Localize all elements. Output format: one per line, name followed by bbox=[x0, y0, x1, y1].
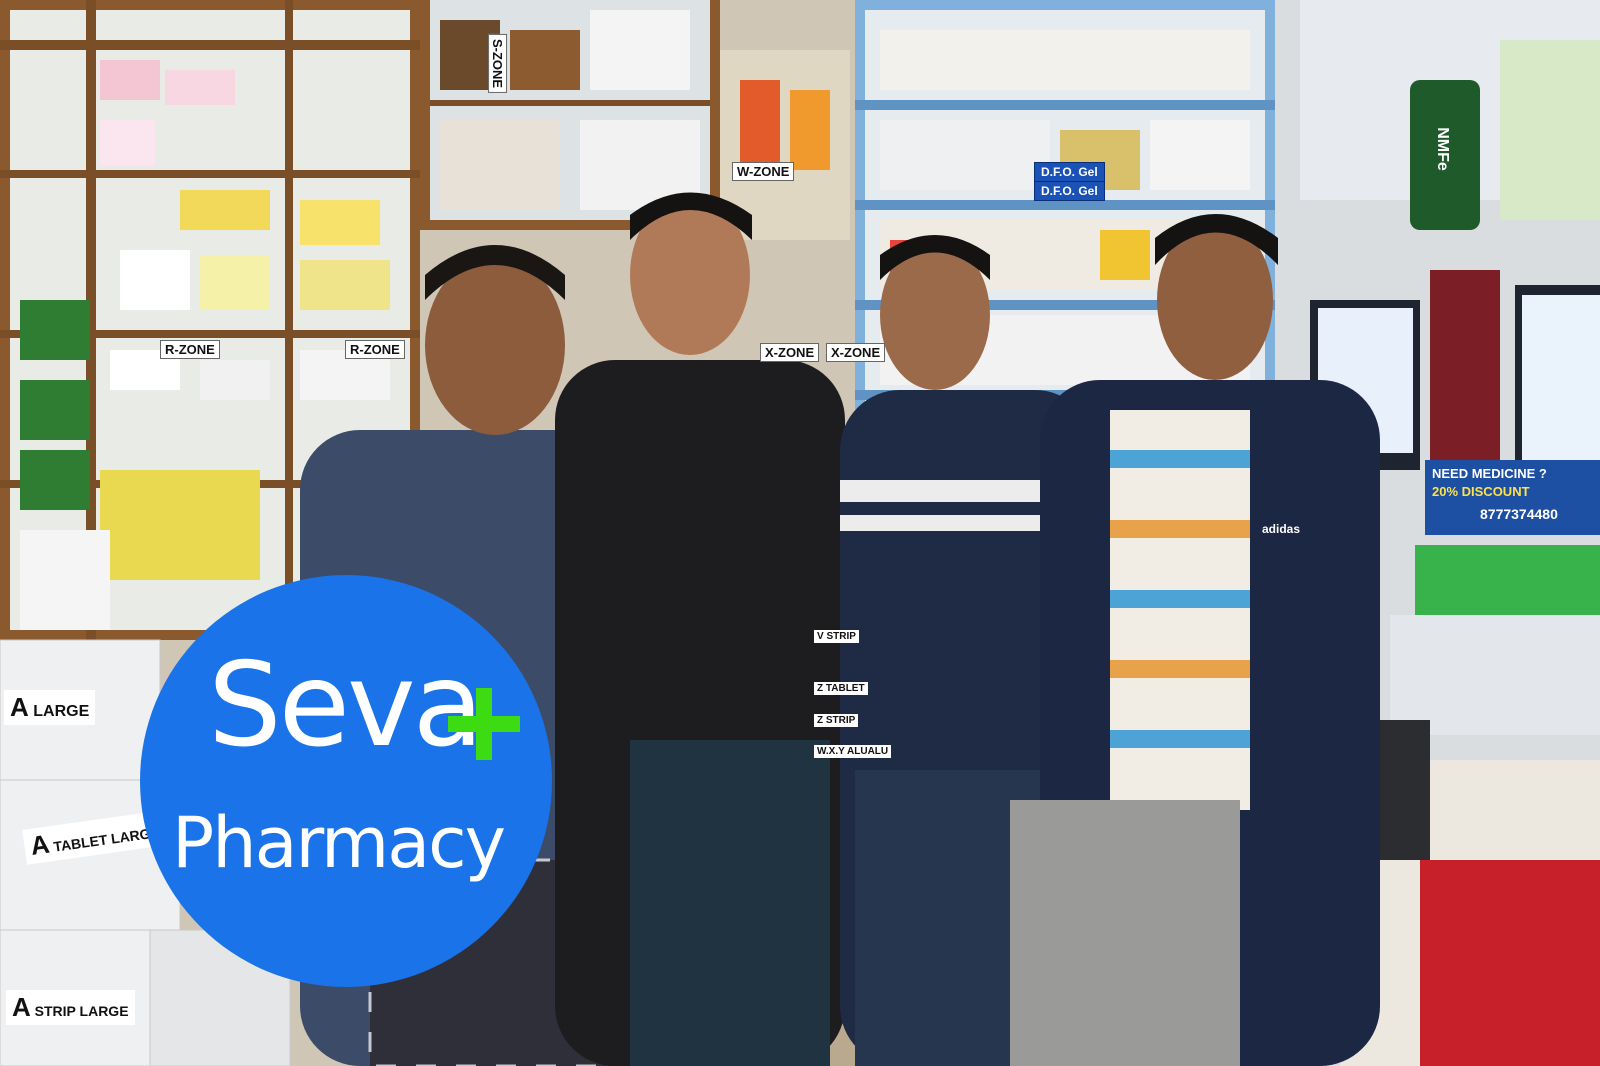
logo-title-seva: Seva bbox=[208, 638, 484, 773]
bin-label-z-tablet: Z TABLET bbox=[814, 682, 868, 695]
bin-letter: Z bbox=[817, 715, 824, 726]
medical-plus-icon bbox=[448, 688, 520, 760]
product-label-nmfe: NMFe bbox=[1433, 127, 1451, 171]
bin-text: ALUALU bbox=[847, 746, 889, 757]
bin-letter: Z bbox=[817, 683, 824, 694]
bin-letter: A bbox=[12, 992, 31, 1022]
product-label-dfo-gel-1: D.F.O. Gel bbox=[1034, 162, 1105, 182]
ad-banner-phone: 8777374480 bbox=[1480, 506, 1558, 522]
shelf-label-r-zone-1: R-ZONE bbox=[160, 340, 220, 359]
bin-letter: V bbox=[817, 631, 824, 642]
logo-badge bbox=[140, 575, 552, 987]
bin-label-v-strip: V STRIP bbox=[814, 630, 859, 643]
bin-text: TABLET bbox=[825, 683, 865, 694]
bin-letter: W.X.Y bbox=[817, 746, 845, 757]
bin-text: STRIP LARGE bbox=[34, 1003, 129, 1019]
shelf-label-s-zone: S-ZONE bbox=[488, 33, 508, 94]
bin-label-wxy-alualu: W.X.Y ALUALU bbox=[814, 745, 892, 758]
bin-label-a-strip-large: A STRIP LARGE bbox=[6, 990, 135, 1025]
bin-letter: A bbox=[10, 692, 29, 722]
bin-text: STRIP bbox=[826, 631, 856, 642]
bin-label-z-strip: Z STRIP bbox=[814, 714, 859, 727]
shelf-label-x-zone-2: X-ZONE bbox=[826, 343, 886, 362]
bin-letter: A bbox=[28, 828, 52, 861]
shelf-label-w-zone: W-ZONE bbox=[732, 162, 795, 181]
clothing-logo-adidas: adidas bbox=[1262, 522, 1301, 536]
bin-text: STRIP bbox=[825, 715, 856, 726]
product-label-dfo-gel-2: D.F.O. Gel bbox=[1034, 181, 1105, 201]
bin-label-a-large: A LARGE bbox=[4, 690, 96, 725]
ad-banner-line1: NEED MEDICINE ? bbox=[1432, 466, 1547, 481]
ad-banner-line2: 20% DISCOUNT bbox=[1432, 484, 1530, 499]
shelf-label-x-zone-1: X-ZONE bbox=[760, 343, 820, 362]
logo-subtitle-pharmacy: Pharmacy bbox=[172, 802, 506, 884]
shelf-label-r-zone-2: R-ZONE bbox=[345, 340, 405, 359]
bin-text: LARGE bbox=[33, 703, 90, 720]
